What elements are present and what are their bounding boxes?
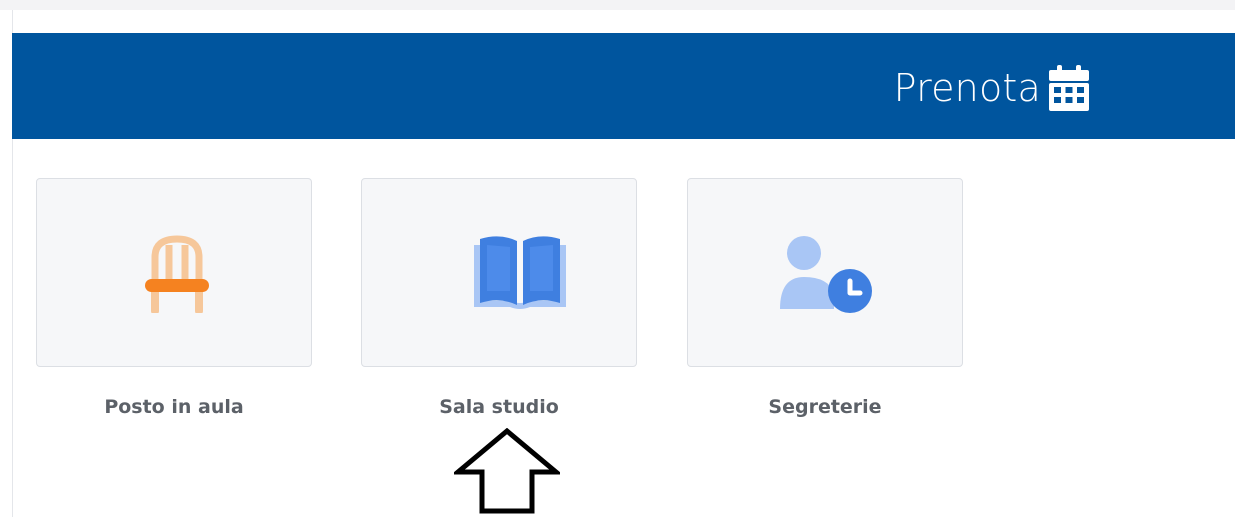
header-bar: Prenota <box>12 33 1235 139</box>
top-strip <box>0 0 1235 10</box>
up-arrow-icon <box>454 428 560 514</box>
posto-in-aula-label[interactable]: Posto in aula <box>36 396 312 418</box>
calendar-icon <box>1049 65 1089 111</box>
segreterie-label[interactable]: Segreterie <box>687 396 963 418</box>
open-book-icon <box>474 236 566 309</box>
page: Prenota Posto in aula Sala studio Segret… <box>0 0 1235 517</box>
page-title: Prenota <box>893 66 1041 110</box>
chair-icon <box>145 235 209 313</box>
user-clock-icon <box>780 236 872 313</box>
sala-studio-tile[interactable] <box>361 178 637 367</box>
sala-studio-label[interactable]: Sala studio <box>361 396 637 418</box>
segreterie-tile[interactable] <box>687 178 963 367</box>
header-title[interactable]: Prenota <box>894 62 1089 114</box>
posto-in-aula-tile[interactable] <box>36 178 312 367</box>
